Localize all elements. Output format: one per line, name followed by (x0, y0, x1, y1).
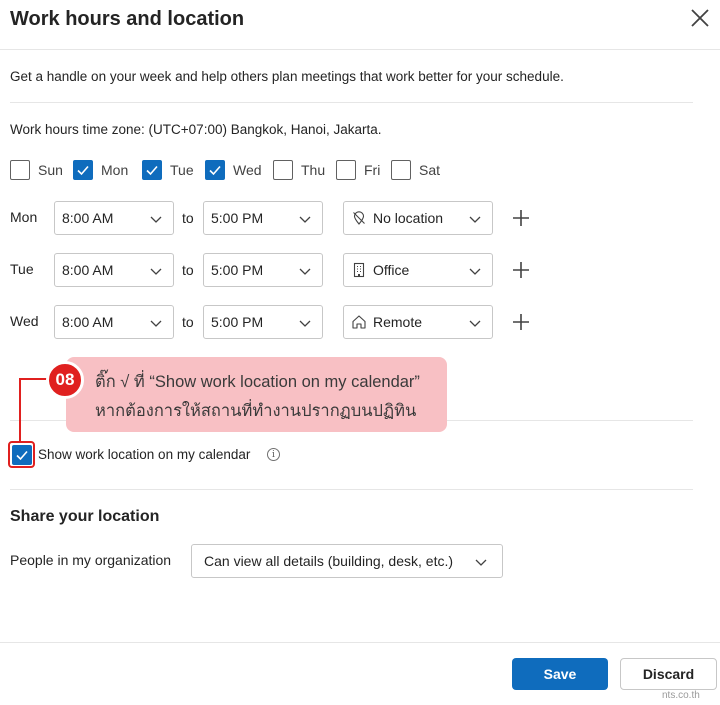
chevron-down-icon (150, 268, 162, 275)
checkbox[interactable] (273, 160, 293, 180)
to-label: to (182, 262, 194, 278)
location-value: No location (373, 210, 444, 226)
start-time-value: 8:00 AM (62, 210, 114, 226)
to-label: to (182, 314, 194, 330)
annotation-line-2: หากต้องการให้สถานที่ทำงานปรากฏบนปฏิทิน (95, 402, 417, 420)
header-divider (0, 49, 720, 50)
footer-divider (0, 642, 720, 643)
dialog-title: Work hours and location (10, 8, 245, 30)
divider (10, 102, 693, 103)
chevron-down-icon (299, 216, 311, 223)
end-time-dropdown[interactable]: 5:00 PM (203, 201, 323, 235)
organization-label: People in my organization (10, 552, 172, 568)
row-day-label: Tue (10, 261, 34, 277)
checkmark-icon (15, 450, 28, 460)
timezone-label: Work hours time zone: (UTC+07:00) Bangko… (10, 122, 382, 137)
day-checkbox-fri[interactable]: Fri (336, 159, 380, 181)
end-time-value: 5:00 PM (211, 314, 264, 330)
watermark: nts.co.th (662, 690, 700, 701)
checkmark-icon (209, 165, 221, 176)
chevron-down-icon (469, 216, 481, 223)
day-checkbox-wed[interactable]: Wed (205, 159, 262, 181)
row-day-label: Mon (10, 209, 38, 225)
chevron-down-icon (150, 216, 162, 223)
show-location-checkbox[interactable] (11, 444, 32, 465)
checkbox[interactable] (336, 160, 356, 180)
chevron-down-icon (469, 320, 481, 327)
save-button[interactable]: Save (512, 658, 608, 690)
step-badge: 08 (46, 361, 84, 399)
chevron-down-icon (299, 268, 311, 275)
add-icon[interactable] (511, 312, 531, 332)
to-label: to (182, 210, 194, 226)
day-label: Mon (101, 162, 129, 178)
start-time-dropdown[interactable]: 8:00 AM (54, 305, 174, 339)
end-time-dropdown[interactable]: 5:00 PM (203, 253, 323, 287)
dialog-description: Get a handle on your week and help other… (10, 69, 564, 84)
office-building-icon (351, 262, 367, 278)
no-location-icon (351, 210, 367, 226)
checkmark-icon (146, 165, 158, 176)
start-time-value: 8:00 AM (62, 314, 114, 330)
annotation-line-1: ติ๊ก √ ที่ “Show work location on my cal… (95, 373, 420, 391)
annotation-connector (19, 378, 49, 380)
divider (10, 489, 693, 490)
close-icon[interactable] (688, 6, 712, 30)
day-checkbox-mon[interactable]: Mon (73, 159, 128, 181)
day-label: Sun (38, 162, 63, 178)
annotation-callout: ติ๊ก √ ที่ “Show work location on my cal… (66, 357, 447, 432)
location-dropdown[interactable]: No location (343, 201, 493, 235)
discard-button[interactable]: Discard (620, 658, 717, 690)
day-label: Tue (170, 162, 194, 178)
chevron-down-icon (475, 559, 487, 566)
annotation-connector (19, 378, 21, 441)
show-location-checkbox-highlight[interactable] (8, 441, 35, 468)
location-value: Office (373, 262, 410, 278)
info-icon[interactable]: i (267, 448, 280, 461)
start-time-dropdown[interactable]: 8:00 AM (54, 253, 174, 287)
checkbox[interactable] (142, 160, 162, 180)
start-time-value: 8:00 AM (62, 262, 114, 278)
chevron-down-icon (150, 320, 162, 327)
day-checkbox-sat[interactable]: Sat (391, 159, 440, 181)
checkmark-icon (77, 165, 89, 176)
share-permission-value: Can view all details (building, desk, et… (204, 553, 454, 569)
chevron-down-icon (299, 320, 311, 327)
end-time-value: 5:00 PM (211, 210, 264, 226)
checkbox[interactable] (73, 160, 93, 180)
show-location-label[interactable]: Show work location on my calendar (38, 447, 250, 462)
end-time-dropdown[interactable]: 5:00 PM (203, 305, 323, 339)
location-value: Remote (373, 314, 423, 330)
chevron-down-icon (469, 268, 481, 275)
day-label: Wed (233, 162, 262, 178)
day-label: Sat (419, 162, 441, 178)
location-dropdown[interactable]: Remote (343, 305, 493, 339)
share-location-heading: Share your location (10, 508, 160, 525)
share-permission-dropdown[interactable]: Can view all details (building, desk, et… (191, 544, 503, 578)
day-checkbox-tue[interactable]: Tue (142, 159, 194, 181)
add-icon[interactable] (511, 260, 531, 280)
day-label: Thu (301, 162, 326, 178)
checkbox[interactable] (10, 160, 30, 180)
row-day-label: Wed (10, 313, 39, 329)
end-time-value: 5:00 PM (211, 262, 264, 278)
location-dropdown[interactable]: Office (343, 253, 493, 287)
checkbox[interactable] (205, 160, 225, 180)
add-icon[interactable] (511, 208, 531, 228)
day-checkbox-sun[interactable]: Sun (10, 159, 63, 181)
start-time-dropdown[interactable]: 8:00 AM (54, 201, 174, 235)
checkbox[interactable] (391, 160, 411, 180)
home-icon (351, 314, 367, 330)
day-checkbox-thu[interactable]: Thu (273, 159, 325, 181)
day-label: Fri (364, 162, 381, 178)
